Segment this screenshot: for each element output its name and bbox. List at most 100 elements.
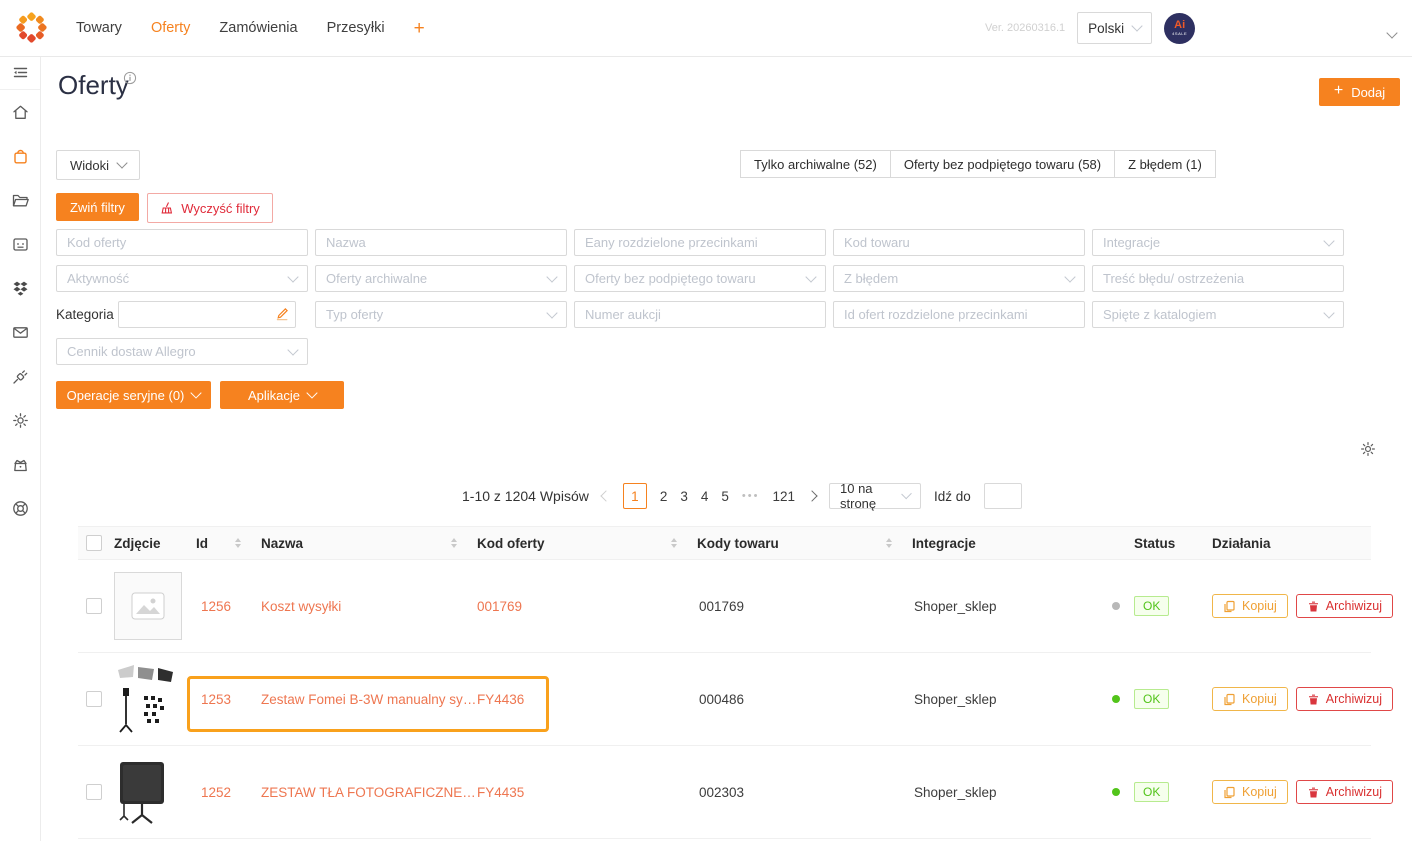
prev-page-chevron-icon[interactable] [602,492,610,500]
bot-icon[interactable] [11,235,30,254]
filter-kod-oferty-input[interactable] [56,229,308,256]
tab-oferty-bez-towaru[interactable]: Oferty bez podpiętego towaru (58) [890,150,1115,178]
views-dropdown[interactable]: Widoki [56,150,140,180]
sort-icon [886,538,892,548]
row-checkbox[interactable] [86,784,102,800]
col-kody-towaru-sort[interactable]: Kody towaru [697,527,912,559]
offer-code-link[interactable]: FY4436 [477,692,524,707]
language-select[interactable]: Polski [1077,12,1152,44]
filter-cennik-allegro-select[interactable]: Cennik dostaw Allegro [56,338,308,365]
page-4[interactable]: 4 [701,489,709,504]
copy-button[interactable]: Kopiuj [1212,687,1288,711]
table-row: 1256 Koszt wysyłki 001769 001769 Shoper_… [78,560,1371,653]
tab-z-bledem[interactable]: Z błędem (1) [1114,150,1216,178]
select-all-checkbox[interactable] [86,535,102,551]
offer-name-link[interactable]: ZESTAW TŁA FOTOGRAFICZNEGO ... [261,785,477,800]
offers-page: Towary Oferty Zamówienia Przesyłki + Ver… [0,0,1412,841]
product-codes: 002303 [699,785,744,800]
archive-button[interactable]: Archiwizuj [1296,780,1393,804]
clear-filters-button[interactable]: Wyczyść filtry [147,193,273,223]
info-icon[interactable] [123,71,137,85]
archive-button[interactable]: Archiwizuj [1296,594,1393,618]
applications-dropdown[interactable]: Aplikacje [220,381,344,409]
page-ellipsis[interactable]: ••• [742,490,760,502]
goto-page-input[interactable] [984,483,1022,509]
integrations-icon[interactable] [11,279,30,298]
filter-id-ofert-input[interactable] [833,301,1085,328]
filter-tresc-bledu-input[interactable] [1092,265,1344,292]
col-kod-oferty-sort[interactable]: Kod oferty [477,527,697,559]
collapse-filters-button[interactable]: Zwiń filtry [56,193,139,221]
table-settings-gear-icon[interactable] [1359,440,1377,458]
offer-name-link[interactable]: Zestaw Fomei B-3W manualny syst... [261,692,477,707]
trash-icon [1307,693,1320,706]
filter-kod-towaru-input[interactable] [833,229,1085,256]
home-icon[interactable] [11,103,30,122]
status-badge: OK [1134,782,1169,802]
app-logo-icon[interactable] [16,12,47,43]
row-checkbox[interactable] [86,691,102,707]
filter-integracje-select[interactable]: Integracje [1092,229,1344,256]
folder-icon[interactable] [11,191,30,210]
offer-id-link[interactable]: 1253 [201,692,231,707]
pencil-icon[interactable] [275,307,289,321]
page-2[interactable]: 2 [660,489,668,504]
copy-button[interactable]: Kopiuj [1212,780,1288,804]
filter-spiete-select[interactable]: Spięte z katalogiem [1092,301,1344,328]
offer-code-link[interactable]: 001769 [477,599,522,614]
chevron-down-icon [1323,235,1334,246]
filter-oferty-bez-towaru-select[interactable]: Oferty bez podpiętego towaru [574,265,826,292]
page-1-active[interactable]: 1 [623,483,647,509]
col-dzialania: Działania [1212,527,1371,559]
filter-z-bledem-select[interactable]: Z błędem [833,265,1085,292]
copy-icon [1223,786,1236,799]
add-tab-button[interactable]: + [414,19,425,38]
status-badge: OK [1134,689,1169,709]
integration-name: Shoper_sklep [914,599,997,614]
page-title: Oferty [58,70,129,101]
image-icon [131,592,165,620]
filter-aktywnosc-select[interactable]: Aktywność [56,265,308,292]
nav-zamowienia[interactable]: Zamówienia [219,20,297,36]
add-offer-button[interactable]: + Dodaj [1319,78,1400,106]
avatar[interactable]: Ai 4SALE [1164,13,1195,44]
products-bag-icon[interactable] [11,147,30,166]
col-id-sort[interactable]: Id [196,527,261,559]
product-image[interactable] [114,662,178,736]
page-3[interactable]: 3 [680,489,688,504]
plug-icon[interactable] [11,367,30,386]
copy-button[interactable]: Kopiuj [1212,594,1288,618]
page-last[interactable]: 121 [772,489,795,504]
page-size-select[interactable]: 10 na stronę [829,483,921,509]
filter-typ-oferty-select[interactable]: Typ oferty [315,301,567,328]
help-icon[interactable] [11,499,30,518]
settings-gear-icon[interactable] [11,411,30,430]
nav-oferty[interactable]: Oferty [151,20,190,36]
collapse-header-chevron-icon[interactable] [1388,24,1396,42]
topbar-right: Ver. 20260316.1 Polski Ai 4SALE [985,0,1195,56]
menu-collapse-icon[interactable] [0,56,40,90]
offer-id-link[interactable]: 1252 [201,785,231,800]
filter-eany-input[interactable] [574,229,826,256]
offer-id-link[interactable]: 1256 [201,599,231,614]
nav-przesylki[interactable]: Przesyłki [327,20,385,36]
mail-icon[interactable] [11,323,30,342]
row-checkbox[interactable] [86,598,102,614]
nav-towary[interactable]: Towary [76,20,122,36]
chevron-down-icon [546,271,557,282]
filter-kategoria-input[interactable] [118,301,296,328]
offer-code-link[interactable]: FY4435 [477,785,524,800]
filter-nazwa-input[interactable] [315,229,567,256]
tab-tylko-archiwalne[interactable]: Tylko archiwalne (52) [740,150,891,178]
product-image-placeholder[interactable] [114,572,182,640]
col-nazwa-sort[interactable]: Nazwa [261,527,477,559]
premium-crown-icon[interactable] [11,455,30,474]
archive-button[interactable]: Archiwizuj [1296,687,1393,711]
bulk-operations-dropdown[interactable]: Operacje seryjne (0) [56,381,211,409]
filter-oferty-archiwalne-select[interactable]: Oferty archiwalne [315,265,567,292]
page-5[interactable]: 5 [721,489,729,504]
filter-numer-aukcji-input[interactable] [574,301,826,328]
product-image[interactable] [114,759,170,825]
offer-name-link[interactable]: Koszt wysyłki [261,599,341,614]
next-page-chevron-icon[interactable] [808,492,816,500]
